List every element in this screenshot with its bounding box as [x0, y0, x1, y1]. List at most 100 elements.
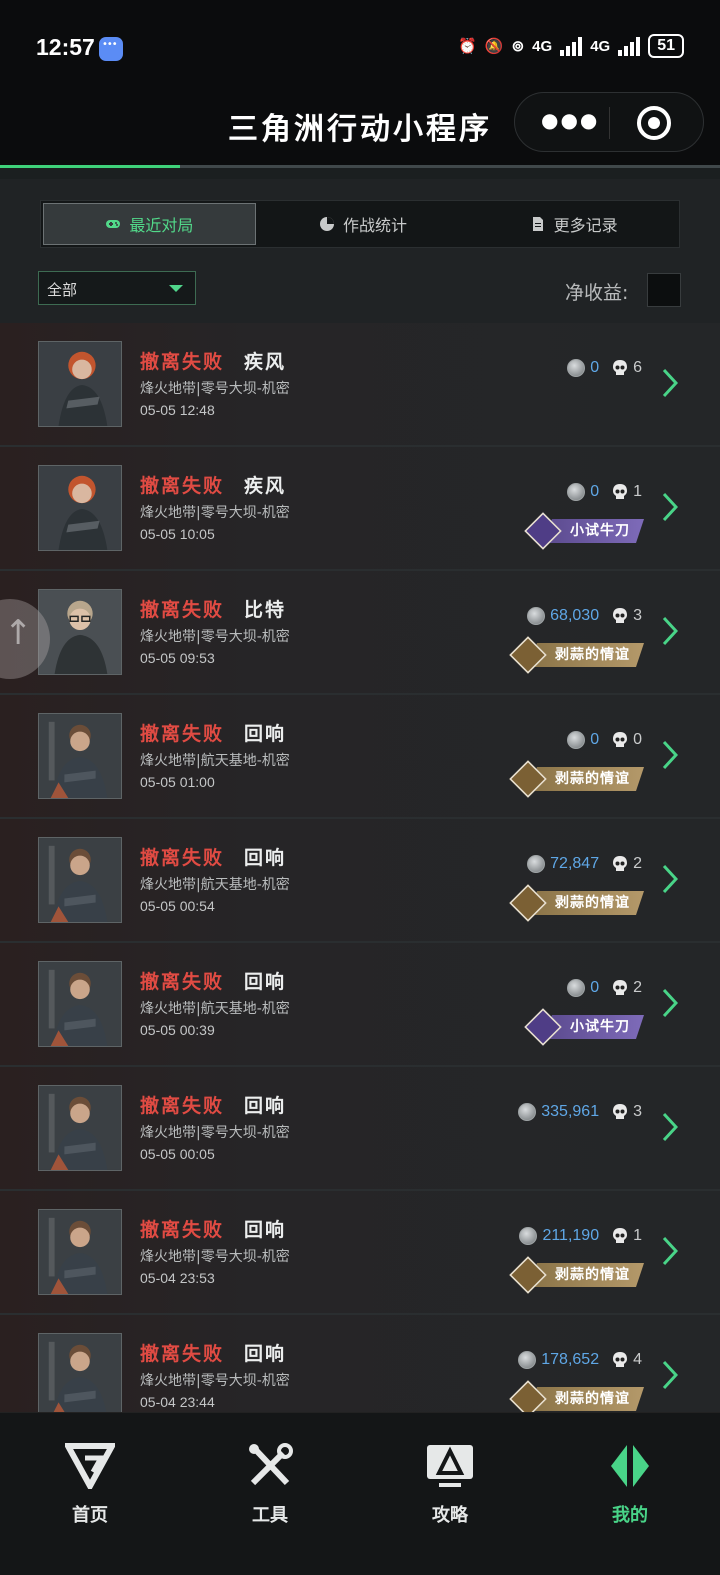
- chevron-right-icon: [662, 616, 678, 646]
- tools-icon: [249, 1443, 293, 1486]
- nav-label: 我的: [612, 1505, 648, 1526]
- skull-icon: [613, 1104, 628, 1119]
- chevron-right-icon: [662, 1112, 678, 1142]
- match-stats: 178,652 4: [518, 1351, 642, 1369]
- match-result: 撤离失败: [140, 1343, 225, 1365]
- kill-count: 3: [633, 1103, 642, 1120]
- map-name: 烽火地带|零号大坝-机密: [140, 381, 290, 397]
- title-bar: 三角洲行动小程序 ●●●: [0, 90, 720, 165]
- match-result: 撤离失败: [140, 723, 225, 745]
- match-row[interactable]: 撤离失败 回响 烽火地带|航天基地-机密 05-05 00:39 0 2 小试牛刀: [0, 943, 720, 1067]
- operator-name: 回响: [244, 1219, 287, 1241]
- skull-icon: [613, 980, 628, 995]
- match-time: 05-05 01:00: [140, 774, 215, 790]
- skull-icon: [613, 732, 628, 747]
- net-income-toggle[interactable]: [647, 273, 681, 307]
- chevron-right-icon: [662, 492, 678, 522]
- value-amount: 68,030: [550, 607, 600, 624]
- nav-guide[interactable]: 攻略: [360, 1413, 540, 1575]
- mode-filter-dropdown[interactable]: 全部: [38, 271, 196, 305]
- match-stats: 06: [567, 359, 642, 377]
- miniprogram-capsule: ●●●: [514, 92, 704, 152]
- coin-icon: [519, 1227, 538, 1245]
- match-time: 05-05 00:39: [140, 1022, 215, 1038]
- match-stats: 00: [567, 731, 642, 749]
- operator-avatar: [38, 837, 122, 923]
- match-result: 撤离失败: [140, 971, 225, 993]
- badge-gem-icon: [509, 1256, 547, 1294]
- operator-avatar: [38, 1333, 122, 1412]
- kill-count: 3: [633, 607, 642, 624]
- match-time: 05-05 12:48: [140, 402, 215, 418]
- skull-icon: [613, 856, 628, 871]
- achievement-badge: 剥蒜的情谊: [509, 1380, 644, 1412]
- match-time: 05-04 23:44: [140, 1394, 215, 1410]
- operator-avatar: [38, 1085, 122, 1171]
- tab-more-records[interactable]: 更多记录: [468, 201, 679, 247]
- coin-icon: [518, 1351, 537, 1369]
- match-row[interactable]: 撤离失败 回响 烽火地带|航天基地-机密 05-05 01:00 0 0 剥蒜的情谊: [0, 695, 720, 819]
- operator-avatar: [38, 713, 122, 799]
- match-row[interactable]: 撤离失败 回响 烽火地带|零号大坝-机密 05-05 00:05 335,961 3: [0, 1067, 720, 1191]
- document-icon: [532, 217, 543, 231]
- network-label-1: 4G: [532, 37, 553, 55]
- operator-name: 回响: [244, 723, 287, 745]
- value-amount: 211,190: [542, 1227, 600, 1244]
- close-target-icon[interactable]: [637, 106, 671, 140]
- nav-tools[interactable]: 工具: [180, 1413, 360, 1575]
- match-stats: 68,030 3: [527, 607, 642, 625]
- top-progress-line: [0, 165, 720, 179]
- value-amount: 0: [590, 359, 600, 376]
- operator-avatar: [38, 961, 122, 1047]
- badge-gem-icon: [509, 884, 547, 922]
- tab-label: 最近对局: [129, 216, 194, 235]
- match-stats: 335,961 3: [518, 1103, 642, 1121]
- chevron-down-icon: [169, 285, 183, 292]
- status-time: 12:57: [36, 34, 95, 60]
- coin-icon: [567, 359, 586, 377]
- achievement-badge: 剥蒜的情谊: [509, 760, 644, 798]
- map-name: 烽火地带|航天基地-机密: [140, 1001, 290, 1017]
- operator-name: 疾风: [244, 351, 287, 373]
- operator-name: 回响: [244, 971, 287, 993]
- signal-icon-2: [618, 36, 641, 56]
- match-row[interactable]: 撤离失败 疾风 烽火地带|零号大坝-机密 05-05 12:48 0 6: [0, 323, 720, 447]
- tab-bar: 最近对局 作战统计 更多记录: [40, 200, 680, 248]
- coin-icon: [567, 483, 586, 501]
- main-content: 最近对局 作战统计 更多记录 全部 净收益: 撤离失败 疾风 烽火地带|零号大坝-机…: [0, 179, 720, 1412]
- map-name: 烽火地带|航天基地-机密: [140, 877, 290, 893]
- match-row[interactable]: 撤离失败 比特 烽火地带|零号大坝-机密 05-05 09:53 68,030 3 剥蒜的情…: [0, 571, 720, 695]
- match-row[interactable]: 撤离失败 回响 烽火地带|零号大坝-机密 05-04 23:53 211,190 1 剥蒜的…: [0, 1191, 720, 1315]
- value-amount: 178,652: [541, 1351, 600, 1368]
- filter-value: 全部: [47, 281, 78, 299]
- tab-battle-stats[interactable]: 作战统计: [258, 201, 469, 247]
- match-row[interactable]: 撤离失败 回响 烽火地带|零号大坝-机密 05-04 23:44 178,652 4 剥蒜的…: [0, 1315, 720, 1412]
- value-amount: 0: [590, 483, 600, 500]
- match-time: 05-05 09:53: [140, 650, 215, 666]
- achievement-badge: 剥蒜的情谊: [509, 884, 644, 922]
- map-name: 烽火地带|零号大坝-机密: [140, 629, 290, 645]
- kill-count: 2: [633, 979, 642, 996]
- coin-icon: [527, 607, 546, 625]
- battery-icon: 51: [648, 34, 684, 58]
- tab-recent-matches[interactable]: 最近对局: [43, 203, 256, 245]
- achievement-badge: 剥蒜的情谊: [509, 1256, 644, 1294]
- signal-icon: [560, 36, 583, 56]
- kill-count: 6: [633, 359, 642, 376]
- match-row[interactable]: 撤离失败 疾风 烽火地带|零号大坝-机密 05-05 10:05 0 1 小试牛刀: [0, 447, 720, 571]
- coin-icon: [527, 855, 546, 873]
- operator-name: 回响: [244, 1095, 287, 1117]
- alarm-icon: ⏰: [458, 38, 477, 55]
- skull-icon: [613, 1352, 628, 1367]
- match-row[interactable]: 撤离失败 回响 烽火地带|航天基地-机密 05-05 00:54 72,847 2 剥蒜的情…: [0, 819, 720, 943]
- skull-icon: [613, 1228, 628, 1243]
- achievement-badge: 小试牛刀: [524, 1008, 644, 1046]
- match-result: 撤离失败: [140, 847, 225, 869]
- coin-icon: [518, 1103, 537, 1121]
- chevron-right-icon: [662, 1360, 678, 1390]
- nav-home[interactable]: 首页: [0, 1413, 180, 1575]
- kill-count: 4: [633, 1351, 642, 1368]
- more-icon[interactable]: ●●●: [541, 108, 599, 132]
- nav-profile[interactable]: 我的: [540, 1413, 720, 1575]
- value-amount: 0: [590, 731, 600, 748]
